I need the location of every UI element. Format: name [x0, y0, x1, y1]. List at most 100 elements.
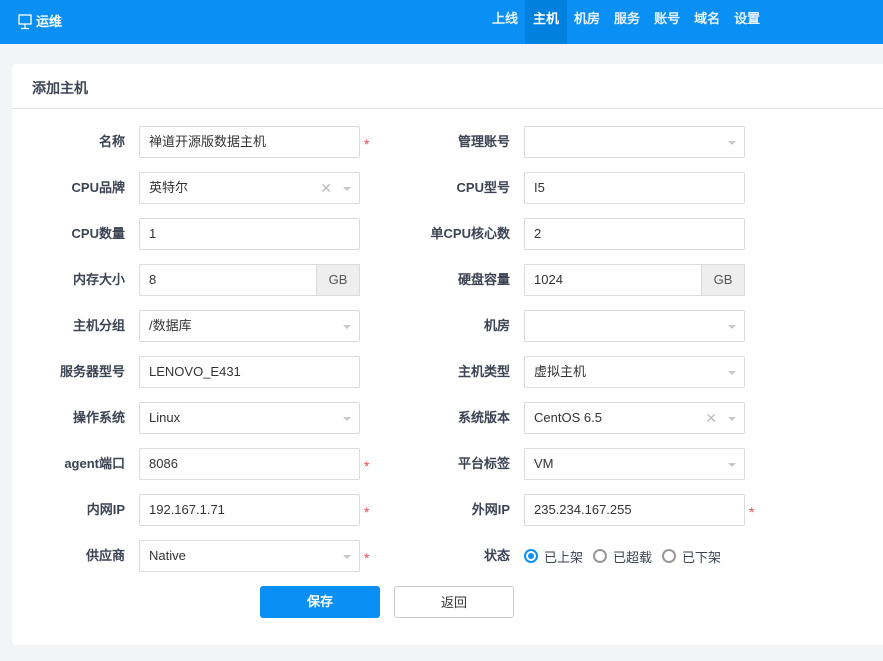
field-value: 1 — [149, 226, 157, 241]
radio-circle-icon[interactable] — [524, 549, 538, 563]
radio-circle-icon[interactable] — [593, 549, 608, 563]
radio-circle-icon[interactable] — [662, 549, 677, 563]
text-field[interactable]: 235.234.167.255 — [524, 494, 745, 526]
status-radio-group: 已上架 已超载 已下架 — [524, 540, 721, 572]
nav-item[interactable]: 域名 — [687, 0, 727, 44]
text-field[interactable]: 8086 — [139, 448, 360, 480]
brand[interactable]: 运维 — [18, 0, 62, 44]
field-value: 1024 — [534, 272, 563, 287]
field-label: 名称 — [98, 134, 125, 149]
field-label: CPU品牌 — [71, 180, 125, 195]
field-label: 内网IP — [86, 502, 125, 517]
field-value: VM — [534, 456, 554, 471]
add-host-card: 添加主机 保存 返回 名称 禅道开源版数据主机 * CPU品牌 英特尔 ✕ CPU数量 1 内存… — [12, 64, 883, 645]
unit-addon: GB — [316, 264, 360, 296]
nav-item[interactable]: 上线 — [485, 0, 525, 44]
radio-label: 已上架 — [544, 549, 584, 565]
text-field[interactable]: 1 — [139, 218, 360, 250]
radio-label: 已超载 — [613, 549, 653, 565]
field-label: 主机类型 — [457, 364, 510, 379]
text-field[interactable]: 1024 GB — [524, 264, 745, 296]
select-field[interactable] — [524, 310, 745, 342]
field-value: 8 — [149, 272, 157, 287]
required-star-icon: * — [364, 550, 370, 566]
unit-addon: GB — [701, 264, 745, 296]
select-field[interactable]: CentOS 6.5 ✕ — [524, 402, 745, 434]
field-label: 内存大小 — [72, 272, 125, 287]
field-value: Linux — [149, 410, 181, 425]
chevron-down-icon[interactable] — [728, 417, 736, 421]
chevron-down-icon[interactable] — [728, 371, 736, 375]
top-nav: 运维 上线 主机 机房 服务 账号 域名 设置 — [0, 0, 883, 44]
nav-item[interactable]: 账号 — [647, 0, 687, 44]
field-label: 主机分组 — [72, 318, 125, 333]
save-button[interactable]: 保存 — [260, 586, 380, 618]
chevron-down-icon[interactable] — [343, 417, 351, 421]
field-value: 2 — [534, 226, 542, 241]
select-field[interactable] — [524, 126, 745, 158]
clear-icon[interactable]: ✕ — [705, 403, 717, 433]
field-value: 禅道开源版数据主机 — [149, 134, 267, 149]
page-title: 添加主机 — [32, 80, 88, 96]
field-label: 系统版本 — [457, 410, 510, 425]
field-label: CPU数量 — [71, 226, 125, 241]
text-field[interactable]: 192.167.1.71 — [139, 494, 360, 526]
text-field[interactable]: 8 GB — [139, 264, 360, 296]
divider — [12, 108, 883, 109]
select-field[interactable]: /数据库 — [139, 310, 360, 342]
required-star-icon: * — [364, 136, 370, 152]
text-field[interactable]: I5 — [524, 172, 745, 204]
select-field[interactable]: Linux — [139, 402, 360, 434]
field-value: /数据库 — [149, 318, 192, 333]
monitor-icon — [18, 14, 32, 30]
field-label: 操作系统 — [72, 410, 125, 425]
chevron-down-icon[interactable] — [343, 187, 351, 191]
nav-item[interactable]: 机房 — [567, 0, 607, 44]
radio-option[interactable]: 已上架 — [524, 547, 583, 566]
field-value: 8086 — [149, 456, 178, 471]
field-value: 235.234.167.255 — [534, 502, 632, 517]
select-field[interactable]: Native — [139, 540, 360, 572]
nav-item[interactable]: 服务 — [607, 0, 647, 44]
select-field[interactable]: VM — [524, 448, 745, 480]
field-label: 状态 — [483, 548, 510, 563]
nav-menu: 上线 主机 机房 服务 账号 域名 设置 — [485, 0, 767, 44]
field-value: 192.167.1.71 — [149, 502, 225, 517]
back-button[interactable]: 返回 — [394, 586, 514, 618]
field-label: 机房 — [483, 318, 510, 333]
field-value: 虚拟主机 — [534, 364, 587, 379]
nav-item[interactable]: 设置 — [727, 0, 767, 44]
field-label: 单CPU核心数 — [430, 226, 510, 241]
text-field[interactable]: LENOVO_E431 — [139, 356, 360, 388]
field-label: 服务器型号 — [59, 364, 125, 379]
required-star-icon: * — [749, 504, 755, 520]
field-value: CentOS 6.5 — [534, 410, 602, 425]
nav-item[interactable]: 主机 — [525, 0, 568, 44]
field-value: Native — [149, 548, 186, 563]
chevron-down-icon[interactable] — [343, 325, 351, 329]
field-label: 平台标签 — [457, 456, 510, 471]
chevron-down-icon[interactable] — [728, 325, 736, 329]
field-label: 供应商 — [85, 548, 125, 563]
radio-label: 已下架 — [682, 549, 722, 565]
field-value: LENOVO_E431 — [149, 364, 241, 379]
select-field[interactable]: 虚拟主机 — [524, 356, 745, 388]
radio-option[interactable]: 已超载 — [593, 547, 652, 566]
field-label: 管理账号 — [457, 134, 510, 149]
field-label: 硬盘容量 — [457, 272, 510, 287]
chevron-down-icon[interactable] — [728, 141, 736, 145]
field-label: agent端口 — [64, 456, 125, 471]
radio-option[interactable]: 已下架 — [662, 547, 721, 566]
brand-title: 运维 — [36, 14, 63, 29]
field-label: CPU型号 — [456, 180, 510, 195]
required-star-icon: * — [364, 458, 370, 474]
field-value: 英特尔 — [149, 180, 189, 195]
chevron-down-icon[interactable] — [728, 463, 736, 467]
select-field[interactable]: 英特尔 ✕ — [139, 172, 360, 204]
text-field[interactable]: 禅道开源版数据主机 — [139, 126, 360, 158]
text-field[interactable]: 2 — [524, 218, 745, 250]
field-label: 外网IP — [471, 502, 510, 517]
required-star-icon: * — [364, 504, 370, 520]
chevron-down-icon[interactable] — [343, 555, 351, 559]
clear-icon[interactable]: ✕ — [320, 173, 332, 203]
